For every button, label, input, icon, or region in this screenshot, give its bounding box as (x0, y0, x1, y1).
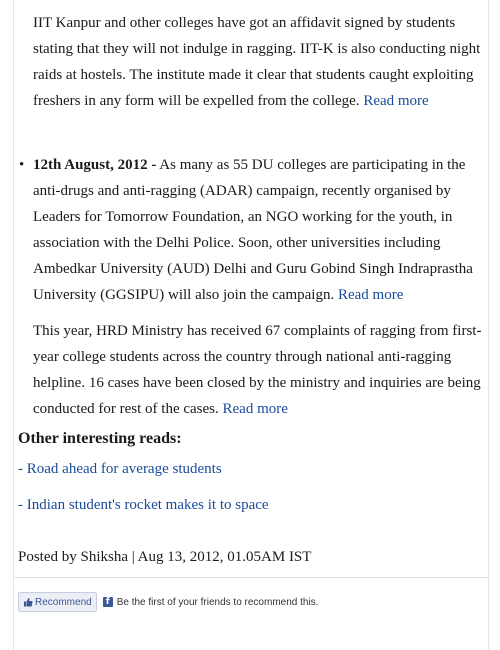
news-item-text: 12th August, 2012 - As many as 55 DU col… (33, 152, 484, 308)
other-read-item: - Road ahead for average students (18, 458, 484, 480)
read-more-link[interactable]: Read more (363, 93, 428, 109)
recommend-label: Recommend (35, 596, 92, 608)
paragraph-text: As many as 55 DU colleges are participat… (33, 157, 473, 303)
right-border (488, 0, 489, 650)
other-reads-heading: Other interesting reads: (18, 430, 182, 447)
read-more-link[interactable]: Read more (223, 401, 288, 417)
recommend-button[interactable]: Recommend (18, 592, 97, 612)
paragraph-hrd: This year, HRD Ministry has received 67 … (18, 318, 484, 422)
other-read-item: - Indian student's rocket makes it to sp… (18, 494, 484, 516)
dash-marker: - (18, 497, 23, 513)
news-date: 12th August, 2012 - (33, 157, 157, 173)
posted-by: Posted by Shiksha | Aug 13, 2012, 01.05A… (18, 549, 312, 565)
paragraph-affidavit: IIT Kanpur and other colleges have got a… (18, 10, 484, 114)
facebook-recommend-bar: Recommend f Be the first of your friends… (18, 592, 318, 612)
dash-marker: - (18, 461, 23, 477)
other-read-link[interactable]: Road ahead for average students (27, 461, 222, 477)
facebook-icon: f (102, 597, 113, 607)
other-read-link[interactable]: Indian student's rocket makes it to spac… (27, 497, 269, 513)
left-border (13, 0, 14, 650)
thumbs-up-icon (24, 598, 33, 607)
recommend-prompt: Be the first of your friends to recommen… (116, 596, 319, 608)
divider (13, 577, 489, 578)
read-more-link[interactable]: Read more (338, 287, 403, 303)
news-item: • 12th August, 2012 - As many as 55 DU c… (18, 152, 484, 308)
article-body: IIT Kanpur and other colleges have got a… (18, 10, 484, 568)
bullet-icon: • (19, 157, 25, 173)
